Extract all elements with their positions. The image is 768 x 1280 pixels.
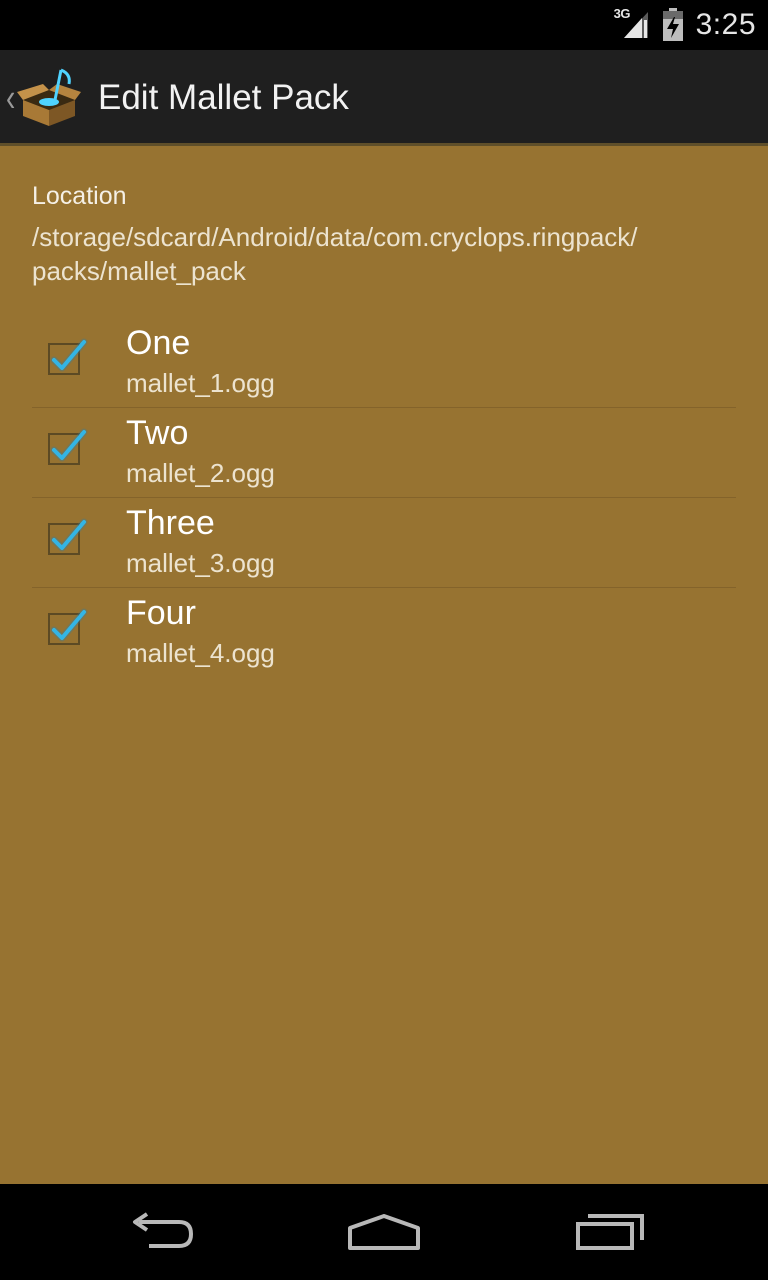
signal-indicator: 3G [614, 6, 652, 42]
item-title: Four [126, 594, 196, 632]
home-icon [348, 1214, 420, 1250]
action-bar: ‹ Edit Mallet Pack [0, 50, 768, 146]
item-filename: mallet_3.ogg [126, 548, 275, 578]
back-button[interactable] [80, 1184, 240, 1280]
chevron-left-icon: ‹ [6, 75, 16, 119]
status-icons: 3G 3:25 [614, 0, 756, 50]
list-item[interactable]: Three mallet_3.ogg [32, 498, 736, 588]
list-item[interactable]: Two mallet_2.ogg [32, 408, 736, 498]
battery-charging-icon [662, 8, 683, 41]
back-icon [133, 1212, 194, 1248]
home-button[interactable] [304, 1184, 464, 1280]
checkbox-checked-icon[interactable] [46, 426, 90, 470]
box-with-note-icon [17, 68, 82, 126]
content-area: Location /storage/sdcard/Android/data/co… [0, 146, 768, 1184]
screen: 3G 3:25 ‹ Edit Mallet Pack Location /sto… [0, 0, 768, 1280]
item-filename: mallet_4.ogg [126, 638, 275, 668]
item-title: One [126, 324, 191, 362]
checkbox-checked-icon[interactable] [46, 336, 90, 380]
list-item[interactable]: One mallet_1.ogg [32, 318, 736, 408]
up-navigation-button[interactable]: ‹ [0, 50, 90, 146]
item-title: Three [126, 504, 215, 542]
status-bar: 3G 3:25 [0, 0, 768, 50]
recents-icon [576, 1214, 644, 1250]
item-filename: mallet_1.ogg [126, 368, 275, 398]
checkbox-checked-icon[interactable] [46, 516, 90, 560]
action-bar-title: Edit Mallet Pack [98, 78, 349, 117]
item-filename: mallet_2.ogg [126, 458, 275, 488]
recents-button[interactable] [530, 1184, 690, 1280]
ringtone-list: One mallet_1.ogg Two mallet_2.ogg Three … [32, 318, 736, 677]
checkbox-checked-icon[interactable] [46, 606, 90, 650]
location-path-line-1: /storage/sdcard/Android/data/com.cryclop… [32, 222, 638, 252]
status-clock: 3:25 [695, 8, 756, 41]
location-path: /storage/sdcard/Android/data/com.cryclop… [32, 220, 742, 288]
signal-icon [623, 12, 648, 38]
navigation-bar [0, 1184, 768, 1280]
list-item[interactable]: Four mallet_4.ogg [32, 588, 736, 677]
location-path-line-2: packs/mallet_pack [32, 256, 246, 286]
location-label: Location [32, 182, 127, 210]
item-title: Two [126, 414, 189, 452]
